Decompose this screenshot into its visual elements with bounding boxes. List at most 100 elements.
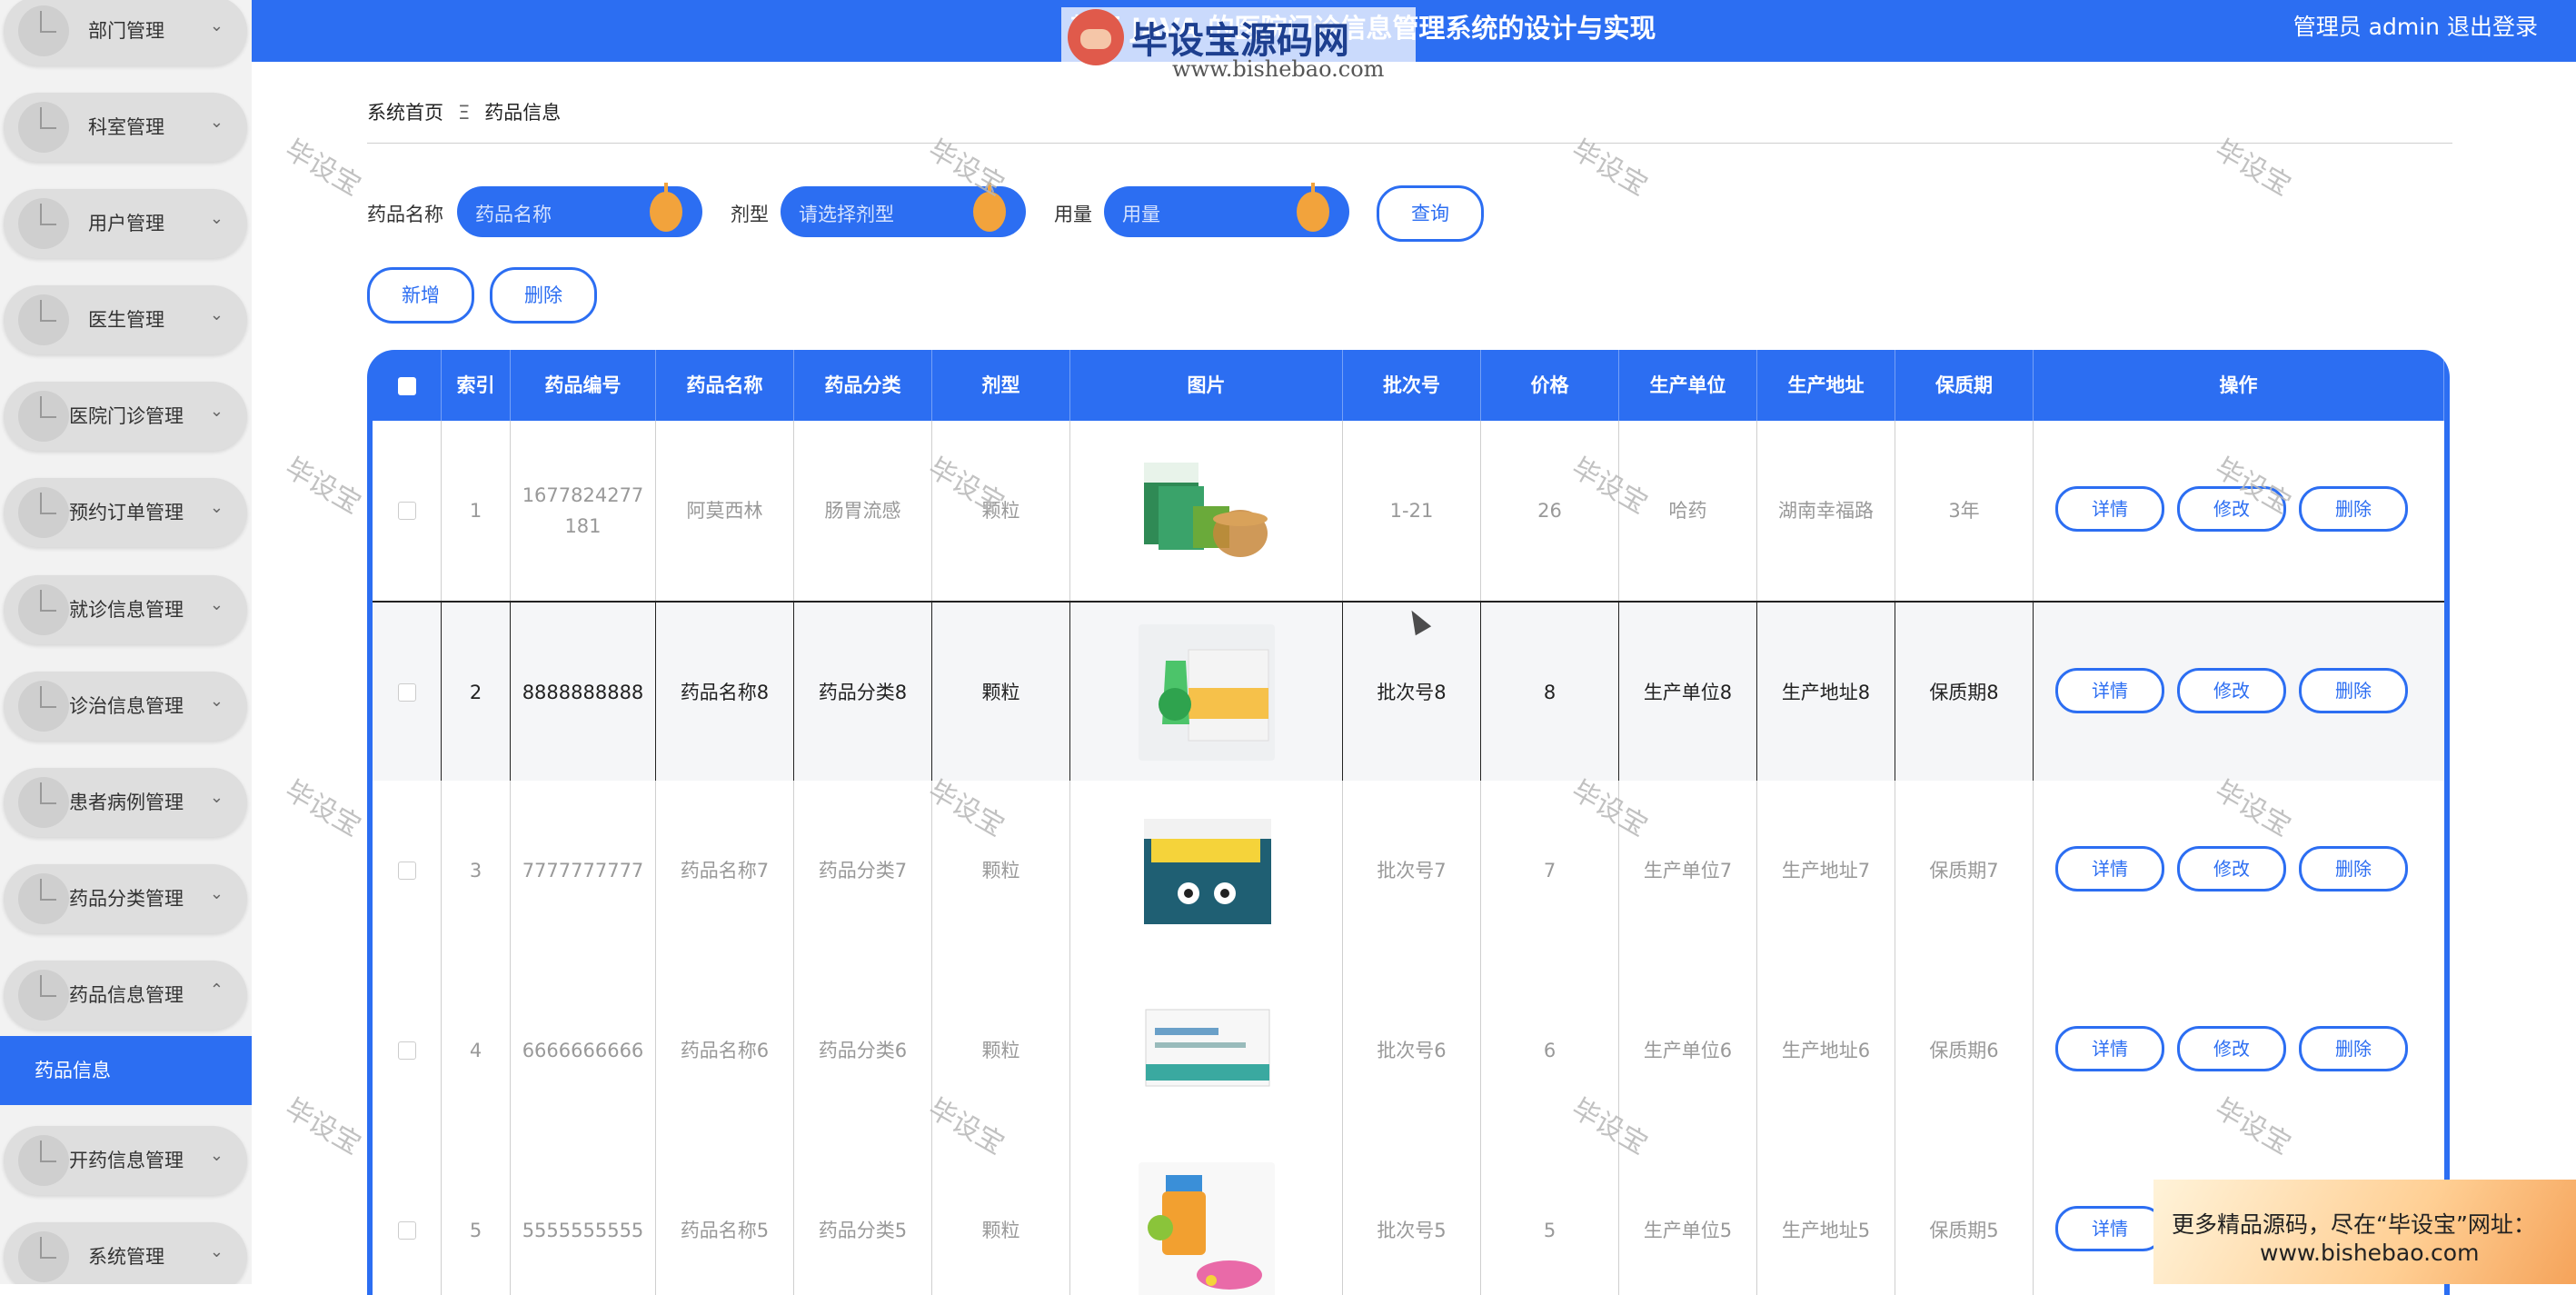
sidebar-item-12[interactable]: 系统管理 ⌄ (4, 1222, 247, 1284)
cell-name: 药品名称5 (656, 1141, 794, 1295)
green-medicine-box-icon[interactable] (1138, 443, 1275, 579)
sidebar-item-label: 患者病例管理 (69, 792, 184, 813)
detail-button[interactable]: 详情 (2055, 846, 2164, 892)
sidebar: 部门管理 ⌄ 科室管理 ⌄ 用户管理 ⌄ 医生管理 ⌄ 医院门诊管理 ⌄ 预约订单管理 ⌄ 就诊信息管理… (0, 0, 252, 1284)
dosage-input[interactable]: 用量 (1104, 183, 1349, 237)
input-knob-icon (1297, 183, 1329, 232)
row-checkbox[interactable] (397, 683, 416, 702)
chevron-down-icon: ⌄ (209, 16, 224, 35)
promo-banner[interactable]: 更多精品源码，尽在“毕设宝”网址： www.bishebao.com (2153, 1180, 2576, 1284)
drug-image-cell (1070, 961, 1343, 1141)
cell-shelf: 3年 (1895, 421, 2034, 601)
row-checkbox[interactable] (397, 502, 416, 520)
cell-batch: 1-21 (1343, 421, 1481, 601)
sidebar-item-label: 药品分类管理 (69, 888, 184, 910)
cell-shelf-text: 保质期5 (1929, 1220, 1999, 1241)
cell-maker-text: 生产单位6 (1643, 1040, 1733, 1061)
edit-button[interactable]: 修改 (2177, 668, 2286, 713)
cell-form: 颗粒 (932, 961, 1070, 1141)
sidebar-item-label: 就诊信息管理 (69, 599, 184, 621)
sidebar-item-2[interactable]: 用户管理 ⌄ (4, 189, 247, 258)
drug-name-input[interactable]: 药品名称 (457, 183, 702, 237)
cell-address: 生产地址6 (1757, 961, 1895, 1141)
sidebar-item-6[interactable]: 就诊信息管理 ⌄ (4, 575, 247, 644)
edit-button[interactable]: 修改 (2177, 486, 2286, 532)
sidebar-item-10[interactable]: 药品信息管理 ⌃ (4, 961, 247, 1030)
table-row[interactable]: 2 8888888888 药品名称8 药品分类8 颗粒 批次号8 8 生产单位8 生产地址8 保质… (373, 601, 2444, 784)
column-header: 剂型 (932, 350, 1070, 421)
cell-code: 7777777777 (511, 781, 656, 961)
cell-index: 2 (442, 603, 511, 782)
cell-index-text: 5 (469, 1220, 482, 1241)
sidebar-item-5[interactable]: 预约订单管理 ⌄ (4, 478, 247, 547)
logo-url: www.bishebao.com (1172, 56, 1385, 82)
logout-link[interactable]: 退出登录 (2447, 9, 2538, 42)
column-header: 索引 (442, 350, 511, 421)
column-header: 药品分类 (794, 350, 932, 421)
sidebar-item-label: 医生管理 (88, 309, 164, 331)
cell-batch-text: 批次号8 (1377, 682, 1447, 703)
sidebar-item-11[interactable]: 开药信息管理 ⌄ (4, 1126, 247, 1195)
edit-button[interactable]: 修改 (2177, 1026, 2286, 1071)
table-row[interactable]: 4 6666666666 药品名称6 药品分类6 颗粒 批次号6 6 生产单位6 生产地址6 保质… (373, 961, 2444, 1141)
sidebar-item-3[interactable]: 医生管理 ⌄ (4, 285, 247, 354)
cell-category: 药品分类5 (794, 1141, 932, 1295)
add-button[interactable]: 新增 (367, 267, 474, 324)
drug-image-cell (1070, 781, 1343, 961)
sidebar-item-7[interactable]: 诊治信息管理 ⌄ (4, 672, 247, 741)
sidebar-item-label: 预约订单管理 (69, 502, 184, 523)
sidebar-item-1[interactable]: 科室管理 ⌄ (4, 93, 247, 162)
select-all-checkbox[interactable] (397, 377, 416, 395)
green-pill-pack-icon[interactable] (1138, 624, 1275, 761)
cell-maker: 生产单位7 (1619, 781, 1757, 961)
cell-form-text: 颗粒 (981, 682, 1020, 703)
column-header: 药品名称 (656, 350, 794, 421)
sidebar-item-label: 诊治信息管理 (69, 695, 184, 717)
query-button[interactable]: 查询 (1377, 185, 1484, 242)
column-header: 价格 (1481, 350, 1619, 421)
column-header: 药品编号 (511, 350, 656, 421)
row-checkbox[interactable] (397, 1041, 416, 1060)
cell-name-text: 药品名称5 (680, 1220, 770, 1241)
chevron-down-icon: ⌄ (209, 498, 224, 517)
sidebar-item-label: 部门管理 (88, 20, 164, 42)
white-medicine-box-icon[interactable] (1138, 982, 1275, 1119)
delete-button[interactable]: 删除 (2299, 668, 2408, 713)
delete-button[interactable]: 删除 (2299, 1026, 2408, 1071)
delete-button[interactable]: 删除 (2299, 486, 2408, 532)
column-header: 生产地址 (1757, 350, 1895, 421)
cell-category-text: 药品分类6 (818, 1040, 908, 1061)
row-actions-cell: 详情修改删除 (2034, 421, 2444, 601)
column-header: 保质期 (1895, 350, 2034, 421)
sidebar-item-0[interactable]: 部门管理 ⌄ (4, 0, 247, 65)
table-row[interactable]: 3 7777777777 药品名称7 药品分类7 颗粒 批次号7 7 生产单位7 生产地址7 保质… (373, 781, 2444, 961)
row-checkbox[interactable] (397, 862, 416, 880)
detail-button[interactable]: 详情 (2055, 668, 2164, 713)
sidebar-item-4[interactable]: 医院门诊管理 ⌄ (4, 382, 247, 451)
breadcrumb-current: 药品信息 (484, 102, 562, 124)
detail-button[interactable]: 详情 (2055, 486, 2164, 532)
cell-shelf: 保质期7 (1895, 781, 2034, 961)
sidebar-subitem-drug-info[interactable]: 药品信息 (0, 1036, 252, 1105)
breadcrumb-home[interactable]: 系统首页 (367, 102, 443, 124)
row-actions-cell: 详情修改删除 (2034, 961, 2444, 1141)
row-checkbox[interactable] (397, 1221, 416, 1240)
pill-bottles-icon[interactable] (1138, 1162, 1275, 1295)
promo-url[interactable]: www.bishebao.com (2260, 1240, 2479, 1266)
dosage-form-select[interactable]: 请选择剂型 (781, 183, 1026, 237)
delete-button[interactable]: 删除 (2299, 846, 2408, 892)
table-row[interactable]: 1 1677824277 181 阿莫西林 肠胃流感 颗粒 1-21 26 哈药 湖南幸福路 3年… (373, 421, 2444, 602)
batch-delete-button[interactable]: 删除 (490, 267, 597, 324)
cell-category: 药品分类6 (794, 961, 932, 1141)
cell-shelf-text: 保质期8 (1929, 682, 1999, 703)
table-row[interactable]: 5 5555555555 药品名称5 药品分类5 颗粒 批次号5 5 生产单位5 生产地址5 保质… (373, 1141, 2444, 1295)
current-user: 管理员 admin (2293, 14, 2440, 40)
cell-name: 药品名称8 (656, 603, 794, 782)
cell-shelf-text: 3年 (1948, 500, 1980, 522)
sidebar-item-9[interactable]: 药品分类管理 ⌄ (4, 864, 247, 933)
sidebar-item-8[interactable]: 患者病例管理 ⌄ (4, 768, 247, 837)
detail-button[interactable]: 详情 (2055, 1206, 2164, 1251)
detail-button[interactable]: 详情 (2055, 1026, 2164, 1071)
edit-button[interactable]: 修改 (2177, 846, 2286, 892)
cough-capsule-box-icon[interactable] (1138, 802, 1275, 939)
